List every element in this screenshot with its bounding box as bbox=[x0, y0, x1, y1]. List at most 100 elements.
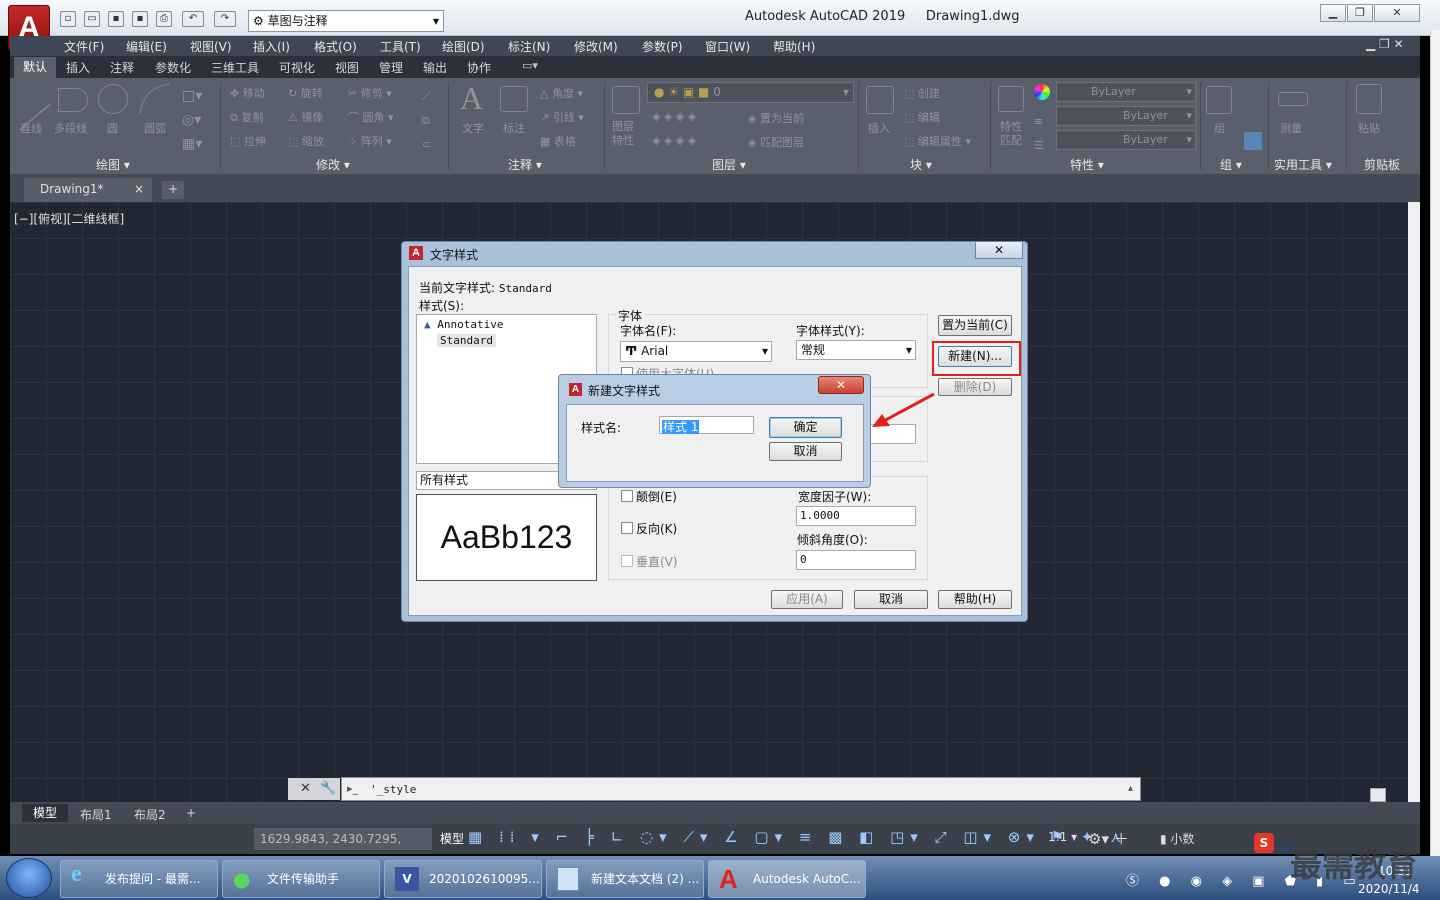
menu-edit[interactable]: 编辑(E) bbox=[126, 38, 167, 55]
redo-icon[interactable]: ↷ bbox=[214, 11, 236, 27]
font-style-dropdown[interactable]: 常规 ▾ bbox=[796, 340, 916, 360]
minimize-button[interactable]: ▁ bbox=[1320, 4, 1346, 22]
create-block[interactable]: ⬚ 创建 bbox=[904, 85, 940, 101]
group-label[interactable]: 组 bbox=[1214, 120, 1225, 136]
trim-tool[interactable]: ✂ 修剪 ▾ bbox=[348, 85, 392, 101]
taskbar-item-autocad[interactable]: A Autodesk AutoC... bbox=[708, 860, 866, 898]
style-item-standard[interactable]: Standard bbox=[437, 334, 496, 347]
measure-label[interactable]: 测量 bbox=[1280, 120, 1302, 136]
leader-tool[interactable]: ↗ 引线 ▾ bbox=[540, 109, 584, 125]
layer-tools-row2[interactable]: ◈ ◈ ◈ ◈ bbox=[652, 134, 696, 147]
scale-tool[interactable]: ⬚ 缩放 bbox=[288, 133, 324, 149]
layer-properties-icon[interactable] bbox=[612, 86, 640, 114]
match-properties-label[interactable]: 特性匹配 bbox=[1000, 120, 1026, 148]
taskbar-item-visio[interactable]: V 2020102610095... bbox=[384, 860, 542, 898]
dimension-tool-label[interactable]: 标注 bbox=[503, 120, 525, 136]
horizontal-scroll-thumb[interactable] bbox=[1370, 788, 1386, 802]
arc-tool-label[interactable]: 圆弧 bbox=[144, 120, 166, 136]
vertical-checkbox[interactable] bbox=[621, 555, 633, 567]
close-window-button[interactable]: ✕ bbox=[1374, 4, 1420, 22]
tab-parametric[interactable]: 参数化 bbox=[155, 59, 191, 76]
line-tool-label[interactable]: 直线 bbox=[20, 120, 42, 136]
polyline-tool-label[interactable]: 多段线 bbox=[54, 120, 87, 136]
insert-block-label[interactable]: 插入 bbox=[868, 120, 890, 136]
array-tool[interactable]: ⁘ 阵列 ▾ bbox=[348, 133, 392, 149]
panel-title-utilities[interactable]: 实用工具 ▾ bbox=[1274, 156, 1332, 173]
panel-title-draw[interactable]: 绘图 ▾ bbox=[96, 156, 130, 173]
tab-collaborate[interactable]: 协作 bbox=[467, 59, 491, 76]
new-tab-button[interactable]: + bbox=[162, 181, 184, 199]
measure-icon[interactable] bbox=[1278, 92, 1308, 106]
tab-output[interactable]: 输出 bbox=[423, 59, 447, 76]
tab-insert[interactable]: 插入 bbox=[66, 59, 90, 76]
doc-tab-drawing1[interactable]: Drawing1* × bbox=[24, 178, 152, 202]
settings-gear-icon[interactable]: ⚙▾ ＋ bbox=[1088, 828, 1129, 849]
print-icon[interactable]: ⎙ bbox=[156, 11, 172, 27]
modify-extra-icons[interactable]: ⟋ ⧉ ⊂ bbox=[422, 85, 431, 157]
taskbar-item-wechat[interactable]: ● 文件传输助手 bbox=[222, 860, 380, 898]
dialog-close-button[interactable]: ✕ bbox=[975, 241, 1023, 259]
paste-icon[interactable] bbox=[1356, 84, 1382, 114]
menu-help[interactable]: 帮助(H) bbox=[773, 38, 815, 55]
close-command-icon[interactable]: ✕ bbox=[300, 781, 311, 796]
layer-tools-row[interactable]: ◈ ◈ ◈ ◈ bbox=[652, 110, 696, 123]
cancel-button[interactable]: 取消 bbox=[854, 590, 928, 609]
width-factor-input[interactable]: 1.0000 bbox=[796, 506, 916, 526]
doc-window-controls[interactable]: ▁ ❐ ✕ bbox=[1366, 37, 1404, 51]
menu-tools[interactable]: 工具(T) bbox=[380, 38, 421, 55]
tab-annotate[interactable]: 注释 bbox=[110, 59, 134, 76]
wrench-icon[interactable]: 🔧 bbox=[320, 781, 336, 796]
viewport-controls-label[interactable]: [−][俯视][二维线框] bbox=[14, 210, 124, 227]
undo-icon[interactable]: ↶ bbox=[182, 11, 204, 27]
move-tool[interactable]: ✥ 移动 bbox=[230, 85, 265, 101]
start-button[interactable] bbox=[6, 858, 52, 898]
table-tool[interactable]: ▦ 表格 bbox=[540, 133, 576, 149]
text-tool-icon[interactable]: A bbox=[460, 80, 483, 117]
mirror-tool[interactable]: ⚠ 镜像 bbox=[288, 109, 323, 125]
tab-visualize[interactable]: 可视化 bbox=[279, 59, 315, 76]
tab-3d-tools[interactable]: 三维工具 bbox=[211, 59, 259, 76]
text-tool-label[interactable]: 文字 bbox=[462, 120, 484, 136]
panel-title-group[interactable]: 组 ▾ bbox=[1220, 156, 1242, 173]
polyline-tool-icon[interactable] bbox=[58, 88, 88, 112]
command-line[interactable] bbox=[341, 777, 1141, 801]
set-current-layer[interactable]: ◈ 置为当前 bbox=[748, 110, 804, 126]
set-current-button[interactable]: 置为当前(C) bbox=[938, 315, 1012, 336]
stretch-tool[interactable]: ⬚ 拉伸 bbox=[230, 133, 266, 149]
panel-title-annotation[interactable]: 注释 ▾ bbox=[508, 156, 542, 173]
vertical-scrollbar[interactable] bbox=[1408, 202, 1420, 802]
backwards-checkbox[interactable] bbox=[621, 522, 633, 534]
linetype-dropdown[interactable]: ByLayer ▾ bbox=[1056, 106, 1196, 126]
style-item-annotative[interactable]: ▲ Annotative bbox=[424, 318, 503, 331]
panel-title-block[interactable]: 块 ▾ bbox=[910, 156, 932, 173]
add-layout-button[interactable]: + bbox=[186, 806, 196, 820]
panel-title-properties[interactable]: 特性 ▾ bbox=[1070, 156, 1104, 173]
save-as-icon[interactable]: ▪ bbox=[132, 11, 148, 27]
close-tab-icon[interactable]: × bbox=[134, 182, 144, 196]
layer-properties-label[interactable]: 图层特性 bbox=[612, 120, 642, 148]
open-folder-icon[interactable]: ▭ bbox=[84, 11, 100, 27]
tab-view[interactable]: 视图 bbox=[335, 59, 359, 76]
upside-down-checkbox[interactable] bbox=[621, 490, 633, 502]
lineweight-dropdown[interactable]: ByLayer ▾ bbox=[1056, 130, 1196, 150]
menu-insert[interactable]: 插入(I) bbox=[253, 38, 290, 55]
menu-window[interactable]: 窗口(W) bbox=[705, 38, 750, 55]
rotate-tool[interactable]: ↻ 旋转 bbox=[288, 85, 323, 101]
new-file-icon[interactable]: ▫ bbox=[60, 11, 76, 27]
edit-attributes[interactable]: ⬚ 编辑属性 ▾ bbox=[904, 133, 971, 149]
tab-layout2[interactable]: 布局2 bbox=[134, 806, 166, 823]
properties-extra-icons[interactable]: ≡ ☰ bbox=[1034, 110, 1044, 158]
oblique-angle-input[interactable]: 0 bbox=[796, 550, 916, 570]
subdialog-cancel-button[interactable]: 取消 bbox=[769, 442, 842, 461]
menu-modify[interactable]: 修改(M) bbox=[574, 38, 618, 55]
menu-file[interactable]: 文件(F) bbox=[64, 38, 104, 55]
delete-style-button[interactable]: 删除(D) bbox=[938, 378, 1012, 396]
outer-scrollbar[interactable] bbox=[1430, 30, 1440, 860]
group-select-icon[interactable] bbox=[1244, 132, 1262, 150]
color-dropdown[interactable]: ByLayer ▾ bbox=[1056, 82, 1196, 102]
model-space-button[interactable]: 模型 bbox=[440, 830, 464, 847]
command-history-icon[interactable]: ▴ bbox=[1128, 783, 1133, 794]
workspace-dropdown[interactable]: ⚙ 草图与注释 ▾ bbox=[248, 10, 444, 32]
angle-tool[interactable]: △ 角度 ▾ bbox=[540, 85, 583, 101]
panel-title-clipboard[interactable]: 剪贴板 bbox=[1364, 156, 1400, 173]
